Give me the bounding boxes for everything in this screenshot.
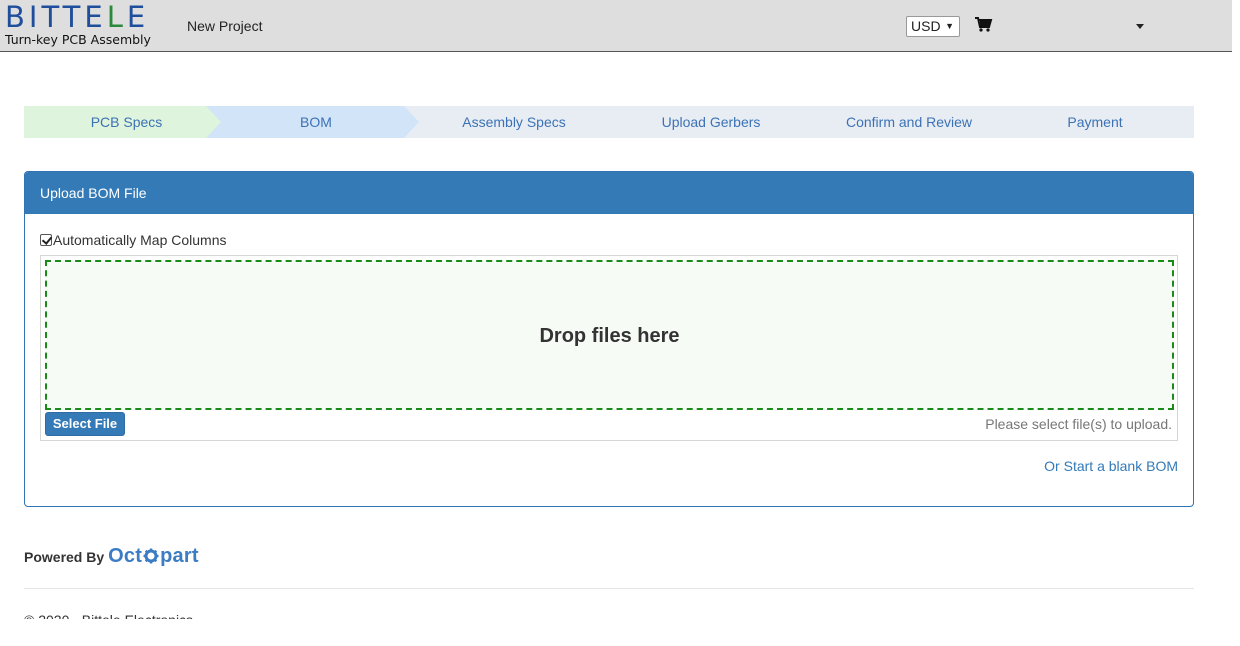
step-assembly-specs[interactable]: Assembly Specs	[404, 106, 624, 138]
panel-title: Upload BOM File	[25, 172, 1193, 214]
step-confirm-review[interactable]: Confirm and Review	[798, 106, 1020, 138]
upload-status-text: Please select file(s) to upload.	[985, 416, 1172, 432]
gear-icon	[143, 548, 159, 564]
step-pcb-specs[interactable]: PCB Specs	[24, 106, 229, 138]
dropdown-arrow-icon: ▼	[945, 21, 954, 31]
step-label: Payment	[1067, 114, 1123, 130]
auto-map-checkbox[interactable]	[40, 234, 52, 246]
wizard-steps: PCB Specs BOM Assembly Specs Upload Gerb…	[24, 106, 1194, 138]
currency-value: USD	[911, 18, 941, 34]
bittele-logo[interactable]: BITTELE Turn-key PCB Assembly	[4, 2, 160, 48]
step-payment[interactable]: Payment	[996, 106, 1194, 138]
file-upload-widget: Drop files here Select File Please selec…	[40, 255, 1178, 441]
auto-map-columns[interactable]: Automatically Map Columns	[40, 232, 227, 248]
user-menu-caret-icon[interactable]	[1136, 24, 1144, 29]
select-file-button[interactable]: Select File	[45, 412, 125, 436]
footer-divider	[24, 588, 1194, 589]
top-navbar: BITTELE Turn-key PCB Assembly New Projec…	[0, 0, 1232, 52]
step-bom[interactable]: BOM	[206, 106, 426, 138]
logo-tagline: Turn-key PCB Assembly	[5, 32, 151, 47]
powered-by: Powered By Oct part	[24, 545, 199, 568]
auto-map-label: Automatically Map Columns	[53, 232, 227, 248]
currency-select[interactable]: USD ▼	[906, 16, 960, 37]
dropzone-text: Drop files here	[539, 325, 680, 347]
start-blank-bom-link[interactable]: Or Start a blank BOM	[1044, 458, 1178, 474]
step-label: Upload Gerbers	[661, 114, 761, 130]
shopping-cart-icon[interactable]	[975, 17, 993, 33]
step-label: Confirm and Review	[845, 114, 973, 130]
file-dropzone[interactable]: Drop files here	[45, 260, 1174, 410]
step-upload-gerbers[interactable]: Upload Gerbers	[601, 106, 821, 138]
upload-bom-panel: Upload BOM File Automatically Map Column…	[24, 171, 1194, 507]
octopart-logo[interactable]: Oct part	[108, 545, 199, 568]
step-label: Assembly Specs	[462, 114, 566, 130]
step-label: PCB Specs	[90, 114, 163, 130]
project-name[interactable]: New Project	[187, 18, 262, 34]
logo-wordmark: BITTELE	[5, 0, 150, 34]
copyright-text: © 2020 - Bittele Electronics	[24, 612, 424, 619]
step-label: BOM	[300, 114, 332, 130]
powered-by-label: Powered By	[24, 548, 105, 565]
